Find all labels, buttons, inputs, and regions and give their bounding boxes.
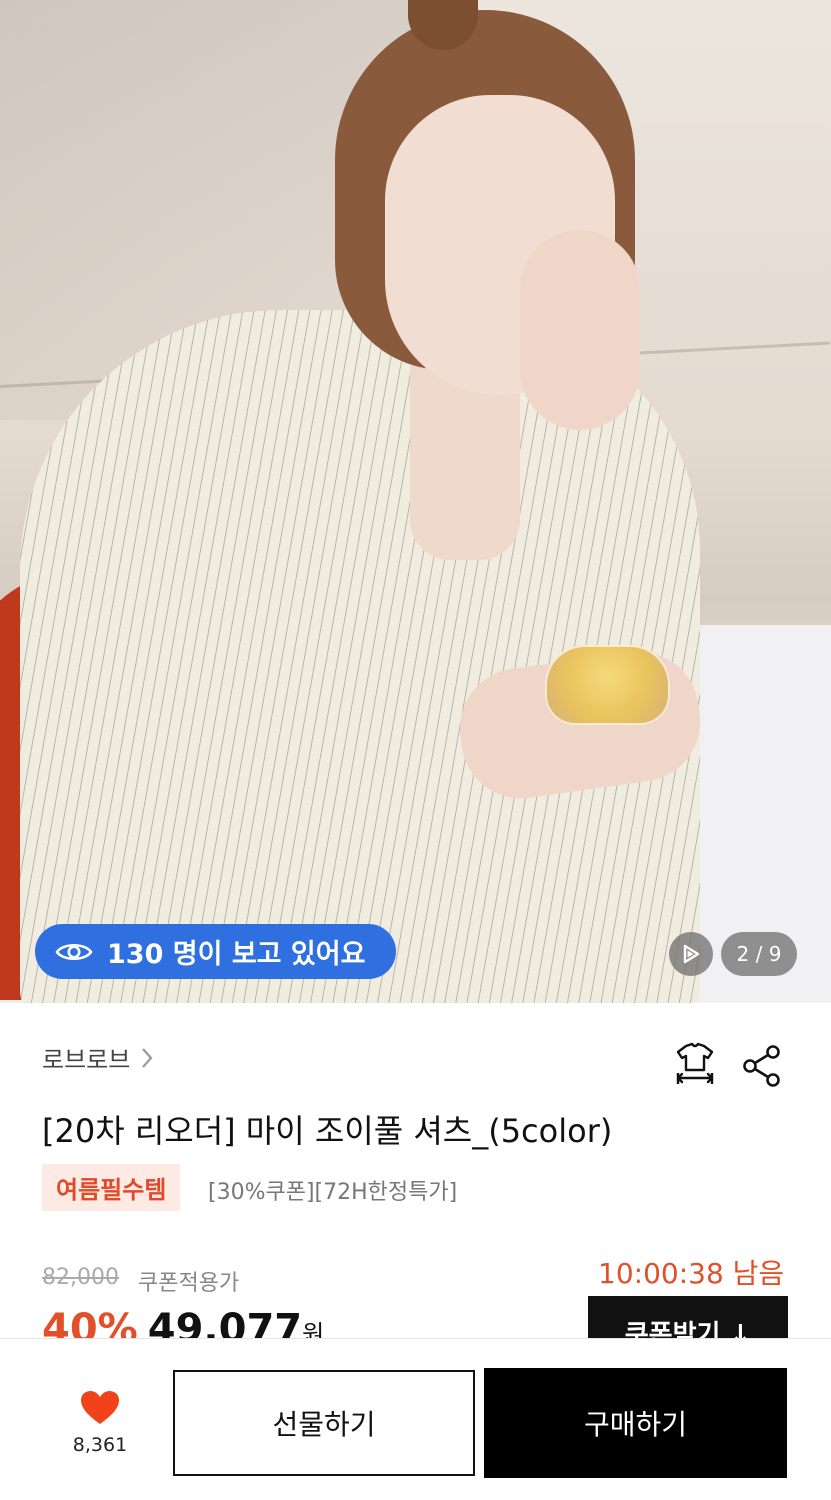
chevron-right-icon xyxy=(142,1047,153,1068)
play-icon xyxy=(683,944,700,964)
coupon-price-label: 쿠폰적용가 xyxy=(138,1271,240,1296)
heart-icon xyxy=(81,1391,119,1424)
eye-icon xyxy=(55,943,93,960)
buy-button[interactable]: 구매하기 xyxy=(484,1368,787,1478)
currency-unit: 원 xyxy=(302,1320,325,1338)
image-page-indicator: 2 / 9 xyxy=(721,932,797,976)
dessert-cup xyxy=(545,645,670,725)
size-guide-icon[interactable] xyxy=(672,1040,718,1088)
countdown-timer: 10:00:38 남음 xyxy=(598,1257,785,1290)
promo-text: [30%쿠폰][72H한정특가] xyxy=(208,1180,458,1205)
share-icon[interactable] xyxy=(740,1044,784,1088)
get-coupon-button[interactable]: 쿠폰받기 ↓ xyxy=(588,1296,788,1338)
like-button[interactable]: 8,361 xyxy=(60,1390,140,1470)
hand xyxy=(520,230,640,430)
like-count: 8,361 xyxy=(72,1434,128,1456)
brand-link[interactable]: 로브로브 xyxy=(42,1040,154,1075)
product-image-gallery[interactable]: 130 명이 보고 있어요 2 / 9 xyxy=(0,0,831,1003)
viewers-badge: 130 명이 보고 있어요 xyxy=(35,924,396,979)
original-price: 82,000 xyxy=(42,1265,119,1290)
gift-button[interactable]: 선물하기 xyxy=(173,1370,475,1476)
viewers-text: 130 명이 보고 있어요 xyxy=(107,939,366,970)
product-title: [20차 리오더] 마이 조이풀 셔츠_(5color) xyxy=(42,1112,613,1150)
price-row: 40% 49,077원 xyxy=(42,1306,324,1338)
season-tag: 여름필수템 xyxy=(42,1164,181,1211)
sale-price: 49,077 xyxy=(147,1306,303,1338)
video-play-button[interactable] xyxy=(669,932,713,976)
brand-name: 로브로브 xyxy=(42,1046,131,1074)
discount-rate: 40% xyxy=(42,1306,138,1338)
